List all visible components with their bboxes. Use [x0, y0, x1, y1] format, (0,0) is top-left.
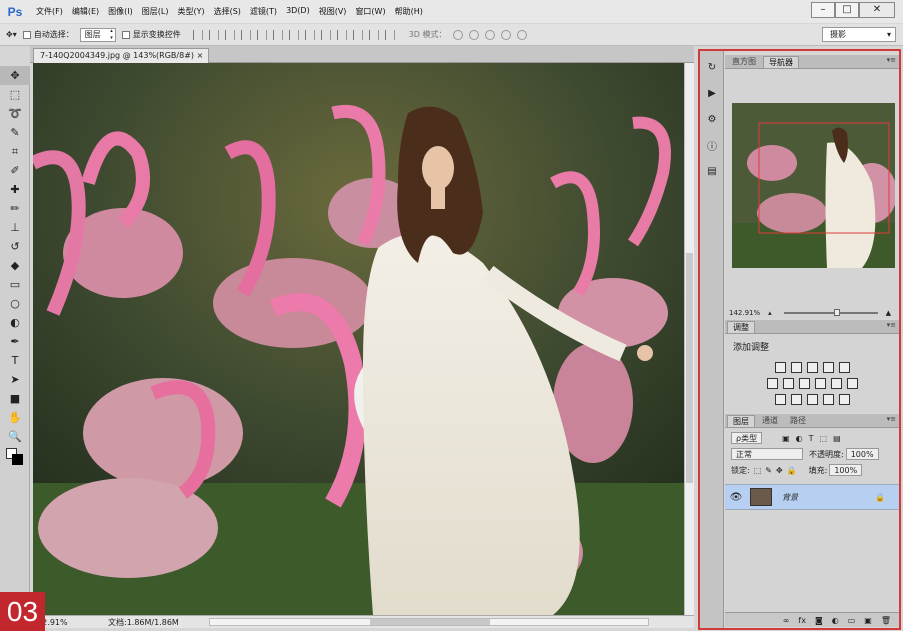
photo-flamingos-woman: [33, 63, 684, 615]
3d-scale-icon[interactable]: [516, 29, 527, 40]
3d-mode-controls: 3D 模式：: [409, 29, 527, 40]
menu-item[interactable]: 帮助(H): [395, 6, 423, 17]
history-brush-icon[interactable]: ↺: [0, 237, 30, 256]
document-tab[interactable]: 7-140Q2004349.jpg @ 143%(RGB/8#) ×: [33, 48, 209, 63]
maximize-button[interactable]: □: [835, 2, 859, 18]
ps-logo: Ps: [7, 4, 23, 19]
marquee-icon[interactable]: ⬚: [0, 85, 30, 104]
stamp-icon[interactable]: ⊥: [0, 218, 30, 237]
menu-item[interactable]: 类型(Y): [177, 6, 204, 17]
document-title: 7-140Q2004349.jpg @ 143%(RGB/8#): [40, 51, 195, 60]
menu-bar: Ps 文件(F) 编辑(E) 图像(I) 图层(L) 类型(Y) 选择(S) 滤镜(T) 3D…: [0, 0, 903, 23]
distribute-right-icon[interactable]: [368, 29, 379, 40]
menu-item[interactable]: 视图(V): [319, 6, 347, 17]
distribute-left-icon[interactable]: [336, 29, 347, 40]
3d-pan-icon[interactable]: [484, 29, 495, 40]
move-icon[interactable]: ✥: [0, 66, 30, 85]
align-hcenter-icon[interactable]: [256, 29, 267, 40]
menu-item[interactable]: 图层(L): [142, 6, 169, 17]
menu-item[interactable]: 滤镜(T): [250, 6, 277, 17]
pen-icon[interactable]: ✒: [0, 332, 30, 351]
3d-rotate-icon[interactable]: [452, 29, 463, 40]
menu-item[interactable]: 文件(F): [36, 6, 63, 17]
distribute-hcenter-icon[interactable]: [352, 29, 363, 40]
move-tool-preset-icon[interactable]: ✥▾: [6, 30, 17, 39]
menu-item[interactable]: 编辑(E): [72, 6, 99, 17]
step-badge: 03: [0, 592, 45, 631]
healing-icon[interactable]: ✚: [0, 180, 30, 199]
align-right-icon[interactable]: [272, 29, 283, 40]
distribute-vcenter-icon[interactable]: [304, 29, 315, 40]
menu-item[interactable]: 窗口(W): [355, 6, 385, 17]
menu-item[interactable]: 图像(I): [108, 6, 133, 17]
3d-mode-label: 3D 模式：: [408, 30, 447, 39]
gradient-icon[interactable]: ▭: [0, 275, 30, 294]
highlight-frame: [698, 49, 901, 630]
menu-item[interactable]: 选择(S): [214, 6, 241, 17]
status-bar: 142.91% 文档:1.86M/1.86M: [30, 615, 694, 628]
close-button[interactable]: ✕: [859, 2, 895, 18]
scroll-thumb[interactable]: [686, 253, 693, 483]
dodge-icon[interactable]: ◐: [0, 313, 30, 332]
distribute-bottom-icon[interactable]: [320, 29, 331, 40]
photoshop-window: Ps 文件(F) 编辑(E) 图像(I) 图层(L) 类型(Y) 选择(S) 滤镜(T) 3D…: [0, 0, 903, 631]
scroll-thumb[interactable]: [369, 619, 490, 625]
menu-items: 文件(F) 编辑(E) 图像(I) 图层(L) 类型(Y) 选择(S) 滤镜(T) 3D(D)…: [36, 6, 423, 17]
eyedropper-icon[interactable]: ✐: [0, 161, 30, 180]
distribute-top-icon[interactable]: [288, 29, 299, 40]
3d-roll-icon[interactable]: [468, 29, 479, 40]
checkbox-box[interactable]: [121, 30, 130, 39]
close-tab-icon[interactable]: ×: [197, 51, 204, 60]
crop-icon[interactable]: ⌗: [0, 142, 30, 161]
auto-align-icon[interactable]: [384, 29, 395, 40]
horizontal-scrollbar[interactable]: [208, 618, 649, 626]
shape-icon[interactable]: ■: [0, 389, 30, 408]
auto-select-label: 自动选择：: [33, 30, 74, 39]
vertical-scrollbar[interactable]: [684, 63, 694, 615]
show-transform-label: 显示变换控件: [132, 30, 181, 39]
brush-icon[interactable]: ✏: [0, 199, 30, 218]
lasso-icon[interactable]: ➰: [0, 104, 30, 123]
document-canvas[interactable]: [33, 63, 684, 615]
auto-select-dropdown[interactable]: 图层: [79, 27, 116, 42]
path-select-icon[interactable]: ➤: [0, 370, 30, 389]
checkbox-box[interactable]: [22, 30, 31, 39]
align-left-icon[interactable]: [240, 29, 251, 40]
doc-size: 文档:1.86M/1.86M: [108, 617, 179, 627]
options-bar: ✥▾ 自动选择： 图层 显示变换控件 3D 模式： 摄影: [0, 24, 903, 46]
zoom-icon[interactable]: 🔍: [0, 427, 30, 446]
align-buttons: [192, 29, 395, 40]
screen-mode-icon[interactable]: [0, 491, 30, 510]
show-transform-checkbox[interactable]: 显示变换控件: [121, 29, 181, 40]
quick-select-icon[interactable]: ✎: [0, 123, 30, 142]
color-swatches[interactable]: [0, 446, 30, 472]
type-icon[interactable]: T: [0, 351, 30, 370]
menu-item[interactable]: 3D(D): [286, 6, 310, 17]
auto-select-checkbox[interactable]: 自动选择：: [22, 29, 74, 40]
eraser-icon[interactable]: ◆: [0, 256, 30, 275]
document-tab-bar: 7-140Q2004349.jpg @ 143%(RGB/8#) ×: [30, 46, 694, 63]
blur-icon[interactable]: ○: [0, 294, 30, 313]
align-bottom-icon[interactable]: [224, 29, 235, 40]
workspace-dropdown[interactable]: 摄影: [822, 27, 896, 42]
window-controls: – □ ✕: [811, 2, 895, 18]
align-vcenter-icon[interactable]: [208, 29, 219, 40]
minimize-button[interactable]: –: [811, 2, 835, 18]
quick-mask-icon[interactable]: [0, 472, 30, 491]
toolbox: ✥ ⬚ ➰ ✎ ⌗ ✐ ✚ ✏ ⊥ ↺ ◆ ▭ ○ ◐ ✒ T ➤ ■ ✋ 🔍: [0, 66, 30, 620]
align-top-icon[interactable]: [192, 29, 203, 40]
3d-slide-icon[interactable]: [500, 29, 511, 40]
hand-icon[interactable]: ✋: [0, 408, 30, 427]
background-color[interactable]: [12, 454, 23, 465]
